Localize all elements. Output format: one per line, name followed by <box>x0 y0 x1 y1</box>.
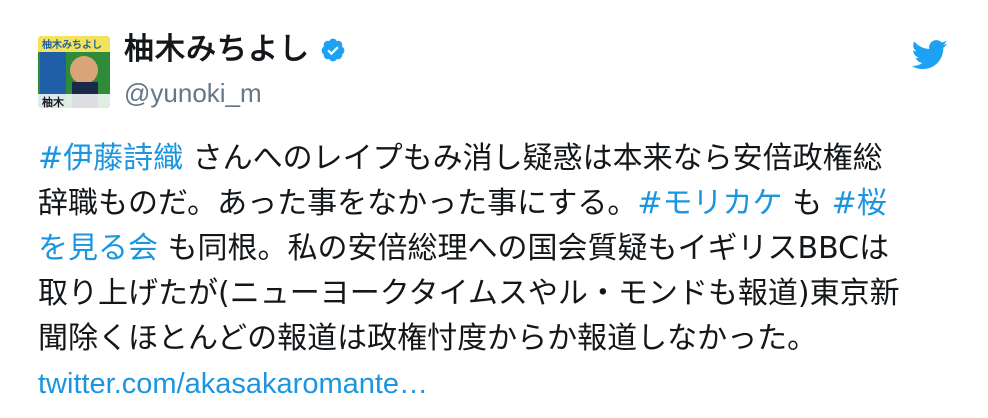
verified-badge-icon <box>320 37 346 63</box>
tweet-line-3: を見る会 も同根。私の安倍総理への国会質疑もイギリスBBCは <box>38 226 958 271</box>
display-name[interactable]: 柚木みちよし <box>124 30 310 70</box>
svg-text:柚木みちよし: 柚木みちよし <box>42 38 102 51</box>
tweet-line-6: twitter.com/akasakaromante… <box>38 361 958 406</box>
tweet-line-2: 辞職ものだ。あった事をなかった事にする。#モリカケ も #桜 <box>38 181 958 226</box>
tweet-line-5: 聞除くほとんどの報道は政権忖度からか報道しなかった。 <box>38 316 958 361</box>
tweet-text: #伊藤詩織 さんへのレイプもみ消し疑惑は本来なら安倍政権総 辞職ものだ。あった事… <box>38 136 958 406</box>
tweet-card: 柚木 柚木みちよし 柚木みちよし @yunoki_m #伊藤詩織 さんへのレイプ… <box>0 0 988 418</box>
hashtag-sakura-part2[interactable]: を見る会 <box>38 231 158 266</box>
hashtag-ito-shiori[interactable]: #伊藤詩織 <box>38 141 183 176</box>
tweet-line-1: #伊藤詩織 さんへのレイプもみ消し疑惑は本来なら安倍政権総 <box>38 136 958 181</box>
tweet-text-segment: 取り上げたが(ニューヨークタイムスやル・モンドも報道)東京新 <box>38 276 900 311</box>
tweet-text-segment: 辞職ものだ。あった事をなかった事にする。 <box>38 186 638 221</box>
tweet-text-segment: さんへのレイプもみ消し疑惑は本来なら安倍政権総 <box>183 141 883 176</box>
hashtag-morikake[interactable]: #モリカケ <box>637 186 782 221</box>
twitter-bird-icon[interactable] <box>911 40 948 70</box>
hashtag-sakura-part1[interactable]: #桜 <box>832 186 887 221</box>
tweet-link[interactable]: twitter.com/akasakaromante… <box>38 368 428 400</box>
user-handle[interactable]: @yunoki_m <box>124 76 262 110</box>
tweet-text-segment: も <box>782 186 832 221</box>
svg-text:柚木: 柚木 <box>42 95 65 108</box>
tweet-text-segment: も同根。私の安倍総理への国会質疑もイギリスBBCは <box>158 231 890 266</box>
name-row: 柚木みちよし <box>124 30 346 70</box>
tweet-line-4: 取り上げたが(ニューヨークタイムスやル・モンドも報道)東京新 <box>38 271 958 316</box>
avatar[interactable]: 柚木 柚木みちよし <box>38 36 110 108</box>
tweet-text-segment: 聞除くほとんどの報道は政権忖度からか報道しなかった。 <box>38 321 818 356</box>
